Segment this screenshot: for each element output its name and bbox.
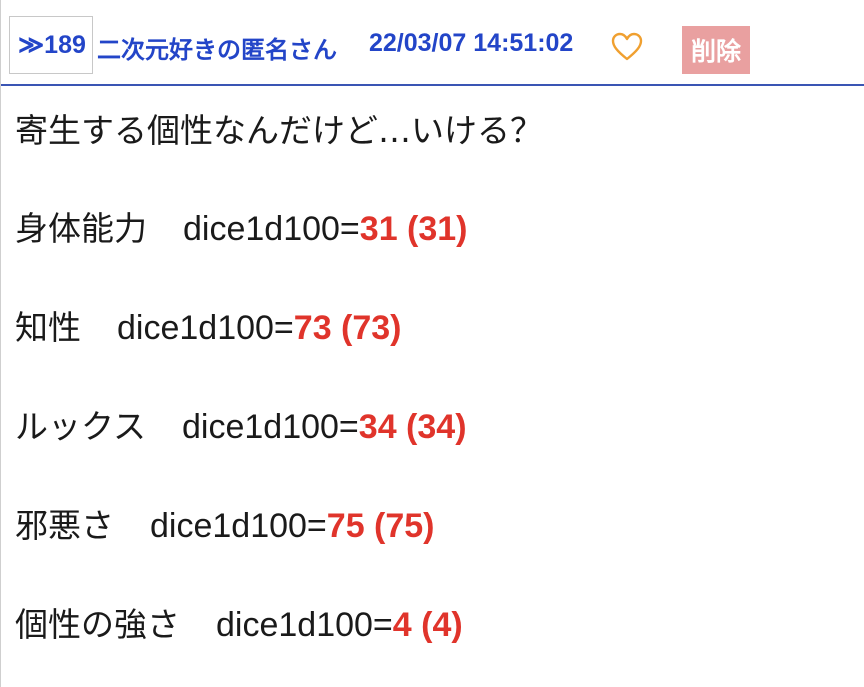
dice-expression: dice1d100= bbox=[182, 408, 359, 446]
dice-roll-line: ルックス dice1d100=34 (34) bbox=[15, 402, 467, 452]
heart-icon bbox=[611, 32, 643, 61]
dice-result: 75 (75) bbox=[326, 507, 435, 545]
dice-expression: dice1d100= bbox=[150, 507, 327, 545]
dice-roll-line: 邪悪さ dice1d100=75 (75) bbox=[15, 501, 435, 551]
dice-result: 31 (31) bbox=[359, 210, 468, 248]
post-header: ≫189 二次元好きの匿名さん 22/03/07 14:51:02 削除 bbox=[1, 0, 864, 86]
roll-label: 個性の強さ bbox=[15, 605, 180, 644]
dice-result: 4 (4) bbox=[392, 606, 463, 644]
dice-result: 73 (73) bbox=[293, 309, 402, 347]
post-text-line: 寄生する個性なんだけど…いける？ bbox=[15, 111, 543, 150]
roll-label: 邪悪さ bbox=[15, 506, 114, 545]
roll-label: ルックス bbox=[15, 407, 147, 446]
roll-label: 知性 bbox=[15, 308, 81, 347]
dice-roll-line: 知性 dice1d100=73 (73) bbox=[15, 303, 402, 353]
post: ≫189 二次元好きの匿名さん 22/03/07 14:51:02 削除 寄生す… bbox=[0, 0, 864, 687]
poster-name[interactable]: 二次元好きの匿名さん bbox=[97, 30, 337, 65]
dice-expression: dice1d100= bbox=[183, 210, 360, 248]
delete-button[interactable]: 削除 bbox=[682, 26, 750, 74]
dice-roll-line: 個性の強さ dice1d100=4 (4) bbox=[15, 600, 463, 650]
like-button[interactable] bbox=[611, 32, 643, 62]
reply-anchor-link[interactable]: ≫189 bbox=[9, 16, 93, 74]
dice-roll-line: 身体能力 dice1d100=31 (31) bbox=[15, 204, 468, 254]
dice-expression: dice1d100= bbox=[216, 606, 393, 644]
roll-label: 身体能力 bbox=[15, 209, 147, 248]
dice-result: 34 (34) bbox=[358, 408, 467, 446]
post-date: 22/03/07 14:51:02 bbox=[369, 29, 574, 57]
dice-expression: dice1d100= bbox=[117, 309, 294, 347]
